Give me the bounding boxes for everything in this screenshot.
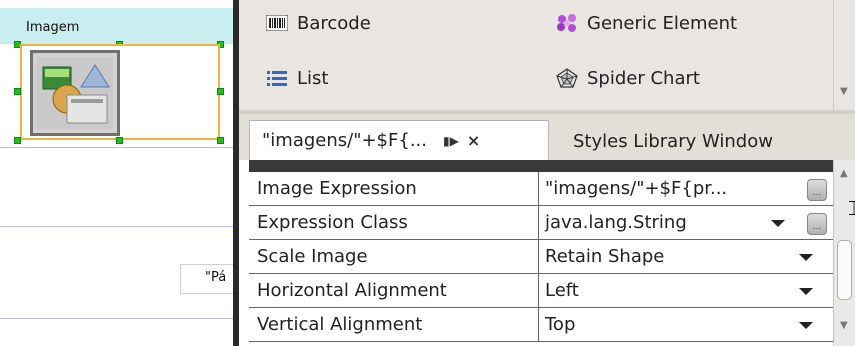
property-row[interactable]: Horizontal Alignment Left (249, 274, 833, 308)
palette-item-label: Spider Chart (587, 67, 700, 89)
selection-handle[interactable] (14, 88, 21, 95)
restore-icon[interactable]: ▮▶ (443, 134, 459, 148)
selection-handle[interactable] (217, 88, 224, 95)
property-row[interactable]: Expression Class java.lang.String ... (249, 206, 833, 240)
palette-item-generic-element[interactable]: Generic Element (555, 8, 737, 38)
property-row[interactable]: Scale Image Retain Shape (249, 240, 833, 274)
scrollbar-thumb[interactable] (837, 240, 852, 300)
chevron-down-icon[interactable] (799, 322, 813, 329)
selection-handle[interactable] (217, 137, 224, 144)
text-field-element[interactable]: "Pá (180, 264, 233, 294)
palette-item-spider-chart[interactable]: Spider Chart (555, 63, 700, 93)
property-category-header (249, 160, 833, 172)
property-sheet-scrollbar[interactable]: ▲ ▼ (833, 160, 855, 346)
palette-scrollbar[interactable]: ▼ (833, 0, 855, 110)
close-icon[interactable]: × (467, 131, 480, 150)
property-sheet: Image Expression "imagens/"+$F{pr... ...… (249, 160, 833, 346)
palette-panel: Barcode Generic Element List Spider Char… (239, 0, 855, 110)
property-row[interactable]: Vertical Alignment Top (249, 308, 833, 342)
scroll-down-icon[interactable]: ▼ (840, 320, 848, 331)
property-row[interactable]: Image Expression "imagens/"+$F{pr... ... (249, 172, 833, 206)
selection-handle[interactable] (14, 137, 21, 144)
image-element[interactable] (20, 44, 220, 140)
band-header: Imagem (0, 8, 233, 44)
palette-item-list[interactable]: List (265, 63, 328, 93)
selection-handle[interactable] (116, 137, 123, 144)
property-name: Expression Class (249, 206, 539, 240)
ellipsis-button[interactable]: ... (807, 179, 827, 201)
palette-item-barcode[interactable]: Barcode (265, 8, 371, 38)
band-title: Imagem (26, 20, 80, 35)
band-divider (0, 226, 233, 227)
scroll-down-icon[interactable]: ▼ (840, 86, 848, 97)
band-divider (0, 147, 233, 148)
tab-label: Styles Library Window (573, 130, 773, 152)
property-name: Vertical Alignment (249, 308, 539, 342)
tab-label: "imagens/"+$F{... (262, 130, 427, 151)
report-designer-canvas[interactable]: Imagem "Pá (0, 0, 233, 346)
property-value[interactable]: Left (539, 274, 833, 308)
tab-properties[interactable]: "imagens/"+$F{... ▮▶ × (249, 120, 549, 160)
spider-chart-icon (555, 68, 579, 88)
text-cursor-icon: ⌶ (848, 196, 855, 220)
property-name: Scale Image (249, 240, 539, 274)
chevron-down-icon[interactable] (799, 288, 813, 295)
band-divider (0, 318, 233, 319)
property-value[interactable]: "imagens/"+$F{pr... (539, 172, 833, 206)
generic-element-icon (555, 13, 579, 33)
scroll-up-icon[interactable]: ▲ (840, 168, 848, 179)
palette-item-label: Barcode (297, 12, 371, 34)
palette-item-label: List (297, 67, 329, 89)
chevron-down-icon[interactable] (771, 220, 785, 227)
property-name: Horizontal Alignment (249, 274, 539, 308)
property-value[interactable]: Top (539, 308, 833, 342)
tab-bar: "imagens/"+$F{... ▮▶ × Styles Library Wi… (239, 114, 855, 160)
barcode-icon (265, 13, 289, 33)
tab-styles-library[interactable]: Styles Library Window (559, 122, 855, 160)
ellipsis-button[interactable]: ... (807, 213, 827, 235)
list-icon (265, 68, 289, 88)
property-name: Image Expression (249, 172, 539, 206)
text-field-label: "Pá (205, 270, 227, 285)
property-value[interactable]: Retain Shape (539, 240, 833, 274)
image-placeholder-icon (30, 50, 120, 136)
chevron-down-icon[interactable] (799, 254, 813, 261)
property-value[interactable]: java.lang.String (539, 206, 833, 240)
palette-item-label: Generic Element (587, 12, 738, 34)
